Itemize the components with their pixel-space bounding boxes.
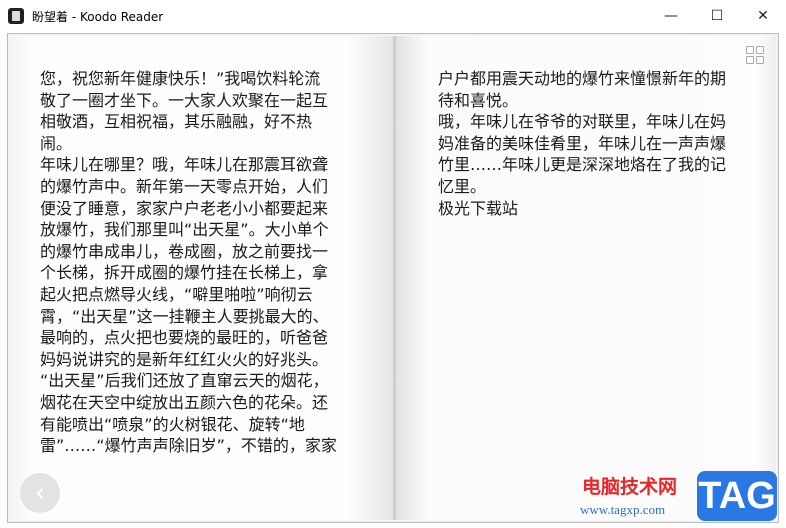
text-line: 雷”……“爆竹声声除旧岁”，不错的，家家 (40, 436, 337, 456)
chevron-left-icon[interactable]: ‹ (20, 473, 60, 513)
maximize-button[interactable]: ☐ (694, 0, 740, 32)
text-line: 妈妈说讲究的是新年红红火火的好兆头。 (40, 349, 329, 369)
title-bar: 盼望着 - Koodo Reader — ☐ ✕ (0, 0, 786, 32)
text-line: 年味儿在哪里？哦，年味儿在那震耳欲聋 (40, 155, 329, 175)
text-line: 极光下载站 (438, 198, 519, 218)
text-line: “出天星”后我们还放了直窜云天的烟花， (40, 371, 329, 391)
text-line: 妈准备的美味佳肴里，年味儿在一声声爆 (438, 133, 727, 153)
text-line: 哦，年味儿在爷爷的对联里，年味儿在妈 (438, 112, 727, 132)
text-line: 放爆竹，我们那里叫“出天星”。大小单个 (40, 220, 329, 240)
left-page-text: 您，祝您新年健康快乐！”我喝饮料轮流 敬了一圈才坐下。一大家人欢聚在一起互 相敬酒，… (40, 68, 337, 457)
text-line: 烟花在天空中绽放出五颜六色的花朵。还 (40, 392, 329, 412)
watermark-url: www.tagxp.com (580, 502, 666, 517)
minimize-button[interactable]: — (648, 0, 694, 32)
text-line: 相敬酒，互相祝福，其乐融融，好不热 (40, 112, 313, 132)
text-line: 便没了睡意，家家户户老老小小都要起来 (40, 198, 329, 218)
text-line: 最响的，点火把也要烧的最旺的，听爸爸 (40, 328, 329, 348)
watermark-tag-logo: TAG (697, 471, 777, 521)
text-line: 竹里……年味儿更是深深地烙在了我的记 (438, 155, 727, 175)
text-line: 闹。 (40, 133, 73, 153)
window-title: 盼望着 - Koodo Reader (32, 9, 164, 24)
text-line: 的爆竹串成串儿，卷成圈，放之前要找一 (40, 241, 329, 261)
text-line: 有能喷出“喷泉”的火树银花、旋转“地 (40, 414, 305, 434)
text-line: 起火把点燃导火线，“噼里啪啦”响彻云 (40, 284, 313, 304)
close-button[interactable]: ✕ (740, 0, 786, 32)
grid-icon[interactable] (746, 46, 764, 64)
text-line: 待和喜悦。 (438, 90, 519, 110)
app-icon (8, 8, 24, 24)
right-page-text: 户户都用震天动地的爆竹来憧憬新年的期 待和喜悦。 哦，年味儿在爷爷的对联里，年味儿在… (438, 68, 726, 219)
text-line: 霄，“出天星”这一挂鞭主人要挑最大的、 (40, 306, 329, 326)
text-line: 您，祝您新年健康快乐！”我喝饮料轮流 (40, 69, 321, 88)
text-line: 的爆竹声中。新年第一天零点开始，人们 (40, 176, 329, 196)
text-line: 忆里。 (438, 176, 487, 196)
watermark-site-name: 电脑技术网 (582, 476, 678, 498)
text-line: 敬了一圈才坐下。一大家人欢聚在一起互 (40, 90, 329, 110)
text-line: 个长梯，拆开成圈的爆竹挂在长梯上，拿 (40, 263, 329, 283)
text-line: 户户都用震天动地的爆竹来憧憬新年的期 (438, 69, 727, 88)
